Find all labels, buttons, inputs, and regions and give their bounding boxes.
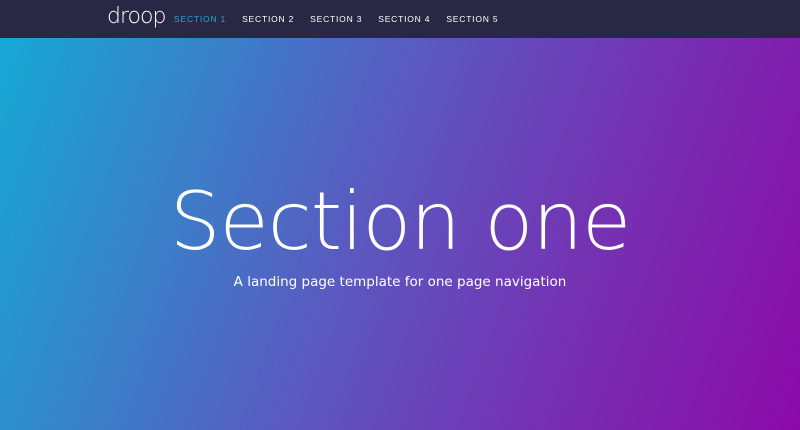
hero-title: Section one	[169, 175, 632, 268]
nav-link-section-2[interactable]: SECTION 2	[242, 14, 294, 24]
hero-section: Section one A landing page template for …	[0, 38, 800, 430]
nav-link-section-4[interactable]: SECTION 4	[378, 14, 430, 24]
top-navbar: droop SECTION 1 SECTION 2 SECTION 3 SECT…	[0, 0, 800, 38]
nav-link-section-5[interactable]: SECTION 5	[446, 14, 498, 24]
hero-subtitle: A landing page template for one page nav…	[233, 274, 567, 290]
nav-link-section-1[interactable]: SECTION 1	[174, 14, 226, 24]
nav-link-section-3[interactable]: SECTION 3	[310, 14, 362, 24]
brand-logo[interactable]: droop	[107, 4, 166, 30]
section-nav: SECTION 1 SECTION 2 SECTION 3 SECTION 4 …	[174, 0, 514, 38]
